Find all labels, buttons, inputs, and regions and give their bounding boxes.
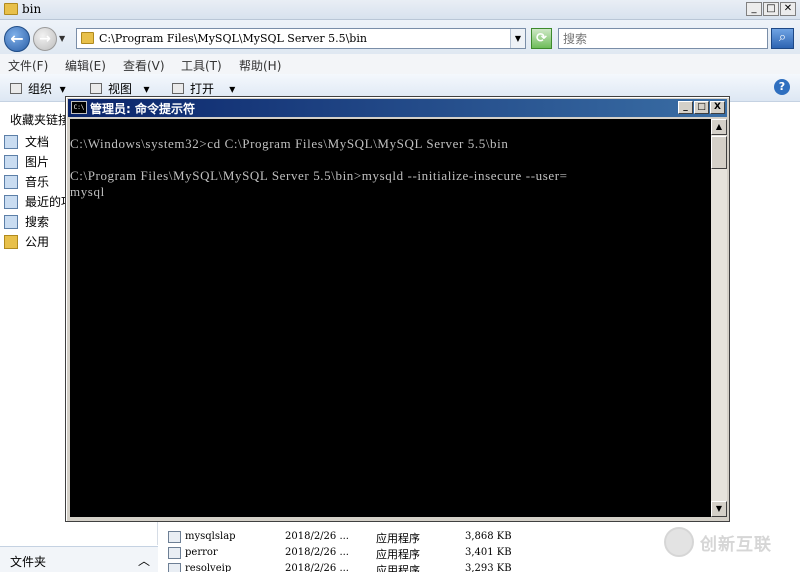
sidebar-item-music[interactable]: 音乐	[4, 173, 49, 193]
file-row[interactable]: mysqlslap 2018/2/26 ... 应用程序 3,868 KB	[158, 529, 558, 546]
views-button[interactable]: 视图 ▾	[90, 80, 149, 97]
open-icon	[172, 83, 184, 94]
address-path[interactable]: C:\Program Files\MySQL\MySQL Server 5.5\…	[99, 32, 367, 45]
explorer-title-bar: bin _ □ ✕	[0, 0, 800, 20]
cmd-minimize-button[interactable]: _	[678, 101, 693, 114]
menu-bar: 文件(F) 编辑(E) 查看(V) 工具(T) 帮助(H)	[0, 54, 800, 74]
application-icon	[168, 563, 181, 572]
command-prompt-window[interactable]: C:\ 管理员: 命令提示符 _ □ X C:\Windows\system32…	[65, 96, 730, 522]
search-field[interactable]	[558, 28, 768, 49]
cmd-window-controls: _ □ X	[678, 101, 725, 114]
scroll-up-arrow-icon[interactable]: ▲	[711, 119, 727, 135]
file-row[interactable]: resolveip 2018/2/26 ... 应用程序 3,293 KB	[158, 561, 558, 572]
open-button[interactable]: 打开 ▾	[172, 80, 235, 97]
favorite-links-header: 收藏夹链接	[10, 113, 71, 127]
address-dropdown-icon[interactable]: ▼	[510, 29, 525, 48]
menu-tools[interactable]: 工具(T)	[181, 57, 222, 74]
application-icon	[168, 531, 181, 543]
cmd-icon: C:\	[71, 101, 87, 114]
address-toolbar: ← → ▼ C:\Program Files\MySQL\MySQL Serve…	[0, 20, 800, 54]
explorer-title: bin	[22, 2, 42, 16]
maximize-button[interactable]: □	[763, 2, 779, 16]
views-label: 视图	[108, 82, 133, 96]
console-line: mysql	[70, 184, 105, 199]
organize-button[interactable]: 组织 ▾	[10, 80, 66, 97]
organize-label: 组织	[28, 82, 53, 96]
watermark: 创新互联	[664, 526, 794, 558]
folders-label: 文件夹	[10, 555, 47, 569]
scrollbar-thumb[interactable]	[711, 136, 727, 169]
minimize-button[interactable]: _	[746, 2, 762, 16]
scroll-down-arrow-icon[interactable]: ▼	[711, 501, 727, 517]
menu-help[interactable]: 帮助(H)	[239, 57, 281, 74]
close-button[interactable]: ✕	[780, 2, 796, 16]
watermark-logo-icon	[664, 527, 694, 557]
search-input[interactable]	[559, 29, 767, 48]
vertical-scrollbar[interactable]: ▲ ▼	[711, 119, 727, 517]
console-line: C:\Windows\system32>cd C:\Program Files\…	[70, 136, 509, 151]
application-icon	[168, 547, 181, 559]
pictures-icon	[4, 155, 18, 169]
folders-toggle[interactable]: 文件夹 ︿	[0, 546, 158, 572]
cmd-close-button[interactable]: X	[710, 101, 725, 114]
menu-file[interactable]: 文件(F)	[8, 57, 48, 74]
open-label: 打开	[190, 82, 215, 96]
sidebar-item-search[interactable]: 搜索	[4, 213, 49, 233]
refresh-icon[interactable]: ⟳	[531, 28, 552, 49]
music-icon	[4, 175, 18, 189]
watermark-text: 创新互联	[700, 534, 772, 555]
search-icon[interactable]: ⌕	[771, 28, 794, 49]
back-arrow-icon[interactable]: ←	[4, 26, 30, 52]
menu-view[interactable]: 查看(V)	[123, 57, 165, 74]
sidebar-item-pictures[interactable]: 图片	[4, 153, 49, 173]
recent-pages-chevron-icon[interactable]: ▼	[59, 34, 65, 43]
file-row[interactable]: perror 2018/2/26 ... 应用程序 3,401 KB	[158, 545, 558, 562]
sidebar-item-documents[interactable]: 文档	[4, 133, 49, 153]
cmd-maximize-button[interactable]: □	[694, 101, 709, 114]
public-folder-icon	[4, 235, 18, 249]
forward-arrow-icon[interactable]: →	[33, 27, 57, 51]
folder-icon	[81, 32, 94, 44]
organize-icon	[10, 83, 22, 94]
explorer-window-controls: _ □ ✕	[746, 2, 796, 16]
views-icon	[90, 83, 102, 94]
help-icon[interactable]: ?	[774, 79, 790, 95]
search-folder-icon	[4, 215, 18, 229]
cmd-title: 管理员: 命令提示符	[90, 102, 195, 116]
console-output[interactable]: C:\Windows\system32>cd C:\Program Files\…	[70, 119, 711, 517]
menu-edit[interactable]: 编辑(E)	[65, 57, 106, 74]
sidebar-item-public[interactable]: 公用	[4, 233, 49, 253]
documents-icon	[4, 135, 18, 149]
chevron-up-icon[interactable]: ︿	[138, 552, 150, 569]
recent-items-icon	[4, 195, 18, 209]
cmd-title-bar[interactable]: C:\ 管理员: 命令提示符 _ □ X	[68, 99, 727, 117]
folder-icon	[4, 3, 18, 15]
address-bar[interactable]: C:\Program Files\MySQL\MySQL Server 5.5\…	[76, 28, 526, 49]
console-line: C:\Program Files\MySQL\MySQL Server 5.5\…	[70, 168, 568, 183]
